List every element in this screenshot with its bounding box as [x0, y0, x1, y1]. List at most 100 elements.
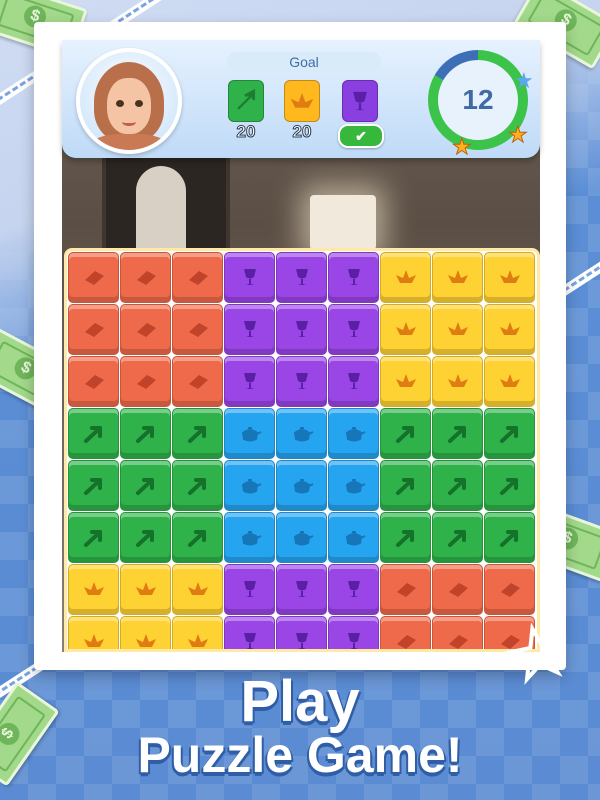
- lotus-icon: [187, 581, 208, 595]
- block-red[interactable]: [432, 616, 483, 649]
- block-green[interactable]: [484, 512, 535, 563]
- block-red[interactable]: [172, 252, 223, 303]
- star-icon: ★: [514, 68, 534, 93]
- block-green[interactable]: [432, 408, 483, 459]
- block-purple[interactable]: [224, 252, 275, 303]
- block-green[interactable]: [484, 408, 535, 459]
- goblet-icon: [347, 268, 360, 285]
- block-green[interactable]: [120, 408, 171, 459]
- block-blue[interactable]: [328, 512, 379, 563]
- block-blue[interactable]: [224, 460, 275, 511]
- block-green[interactable]: [120, 460, 171, 511]
- block-blue[interactable]: [328, 460, 379, 511]
- puzzle-board: [64, 248, 540, 652]
- block-green[interactable]: [68, 460, 119, 511]
- block-blue[interactable]: [224, 408, 275, 459]
- block-purple[interactable]: [328, 616, 379, 649]
- block-yellow[interactable]: [380, 304, 431, 355]
- block-yellow[interactable]: [68, 616, 119, 649]
- promo-title-line1: Play: [240, 669, 360, 734]
- block-yellow[interactable]: [380, 356, 431, 407]
- block-purple[interactable]: [276, 564, 327, 615]
- goblet-icon: [243, 580, 256, 597]
- goal-complete-check-icon: ✔: [338, 124, 384, 148]
- block-green[interactable]: [68, 512, 119, 563]
- block-green[interactable]: [380, 460, 431, 511]
- goblet-icon: [243, 320, 256, 337]
- block-purple[interactable]: [224, 616, 275, 649]
- block-yellow[interactable]: [380, 252, 431, 303]
- block-red[interactable]: [172, 304, 223, 355]
- arrow-icon: [187, 529, 206, 547]
- arrow-icon: [135, 529, 154, 547]
- block-green[interactable]: [484, 460, 535, 511]
- block-blue[interactable]: [224, 512, 275, 563]
- block-blue[interactable]: [328, 408, 379, 459]
- teapot-icon: [345, 426, 365, 441]
- diamond-icon: [84, 270, 104, 285]
- teapot-icon: [241, 530, 261, 545]
- diamond-icon: [136, 374, 156, 389]
- block-blue[interactable]: [276, 408, 327, 459]
- arrow-icon: [83, 425, 102, 443]
- block-purple[interactable]: [224, 564, 275, 615]
- block-red[interactable]: [120, 304, 171, 355]
- block-green[interactable]: [68, 408, 119, 459]
- block-purple[interactable]: [224, 304, 275, 355]
- block-green[interactable]: [432, 512, 483, 563]
- block-yellow[interactable]: [172, 616, 223, 649]
- block-red[interactable]: [120, 356, 171, 407]
- block-yellow[interactable]: [484, 252, 535, 303]
- goblet-icon: [243, 268, 256, 285]
- block-purple[interactable]: [276, 356, 327, 407]
- teapot-icon: [345, 530, 365, 545]
- block-red[interactable]: [380, 616, 431, 649]
- block-purple[interactable]: [276, 252, 327, 303]
- block-purple[interactable]: [328, 252, 379, 303]
- arrow-icon: [135, 477, 154, 495]
- block-blue[interactable]: [276, 512, 327, 563]
- block-red[interactable]: [68, 252, 119, 303]
- block-purple[interactable]: [276, 616, 327, 649]
- goblet-icon: [347, 632, 360, 649]
- block-red[interactable]: [172, 356, 223, 407]
- block-red[interactable]: [68, 356, 119, 407]
- block-red[interactable]: [120, 252, 171, 303]
- block-purple[interactable]: [328, 564, 379, 615]
- block-yellow[interactable]: [432, 356, 483, 407]
- block-purple[interactable]: [328, 356, 379, 407]
- block-red[interactable]: [484, 564, 535, 615]
- arrow-icon: [447, 425, 466, 443]
- goblet-icon: [295, 632, 308, 649]
- lotus-icon: [447, 269, 468, 283]
- block-blue[interactable]: [276, 460, 327, 511]
- block-yellow[interactable]: [432, 252, 483, 303]
- teapot-icon: [345, 478, 365, 493]
- teapot-icon: [293, 426, 313, 441]
- block-purple[interactable]: [224, 356, 275, 407]
- block-green[interactable]: [432, 460, 483, 511]
- goal-yellow-block: 20: [284, 80, 320, 142]
- block-yellow[interactable]: [120, 564, 171, 615]
- block-red[interactable]: [432, 564, 483, 615]
- block-purple[interactable]: [328, 304, 379, 355]
- block-yellow[interactable]: [68, 564, 119, 615]
- block-yellow[interactable]: [432, 304, 483, 355]
- block-green[interactable]: [172, 512, 223, 563]
- teapot-icon: [241, 426, 261, 441]
- block-yellow[interactable]: [172, 564, 223, 615]
- block-green[interactable]: [120, 512, 171, 563]
- block-green[interactable]: [380, 408, 431, 459]
- goblet-icon: [347, 320, 360, 337]
- player-avatar[interactable]: [76, 48, 182, 154]
- block-yellow[interactable]: [484, 304, 535, 355]
- block-yellow[interactable]: [120, 616, 171, 649]
- block-green[interactable]: [172, 408, 223, 459]
- block-yellow[interactable]: [484, 356, 535, 407]
- block-green[interactable]: [380, 512, 431, 563]
- block-red[interactable]: [380, 564, 431, 615]
- block-purple[interactable]: [276, 304, 327, 355]
- teapot-icon: [241, 478, 261, 493]
- block-red[interactable]: [68, 304, 119, 355]
- block-green[interactable]: [172, 460, 223, 511]
